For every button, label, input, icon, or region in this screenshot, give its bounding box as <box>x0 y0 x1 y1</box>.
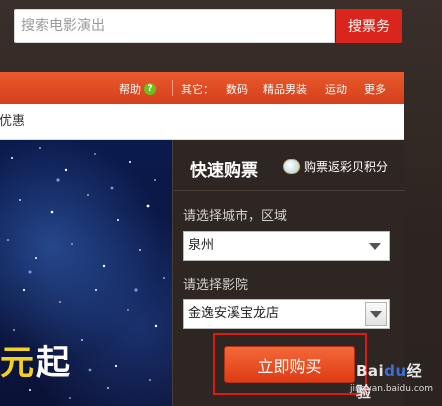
panel-title: 快速购票 <box>190 161 258 181</box>
cinema-label: 请选择影院 <box>183 278 249 293</box>
promo-strip: 优惠 <box>0 104 404 140</box>
help-link[interactable]: 帮助 ? <box>119 81 156 97</box>
bonus-label: 购票返彩贝积分 <box>304 160 389 174</box>
nav-link-mens-fashion[interactable]: 精品男装 <box>263 81 307 97</box>
nav-link-digital[interactable]: 数码 <box>226 81 248 97</box>
chevron-down-icon <box>369 243 381 250</box>
banner-headline: 元起 <box>0 335 72 384</box>
nav-other-label: 其它： <box>181 83 214 96</box>
question-icon: ? <box>144 83 156 95</box>
top-search-area: 搜票务 <box>0 0 442 72</box>
promo-tab[interactable]: 优惠 <box>0 104 25 140</box>
nav-divider <box>172 80 173 96</box>
baidu-logo: Baidu经验 <box>356 360 436 402</box>
panel-divider <box>173 190 405 191</box>
baidu-watermark: Baidu经验 jingyan.baidu.com <box>350 360 436 402</box>
search-input[interactable] <box>14 9 335 43</box>
cinema-value: 金逸安溪宝龙店 <box>188 306 280 321</box>
shell-icon <box>283 159 300 174</box>
buy-now-button[interactable]: 立即购买 <box>224 346 355 383</box>
banner-text-qi: 起 <box>36 343 72 383</box>
nav-link-more[interactable]: 更多 <box>364 81 386 97</box>
dropdown-toggle[interactable] <box>365 302 387 326</box>
banner-text-yuan: 元 <box>0 343 36 383</box>
bonus-link[interactable]: 购票返彩贝积分 <box>283 158 388 175</box>
help-label: 帮助 <box>119 83 141 96</box>
cinema-select[interactable]: 金逸安溪宝龙店 <box>183 299 390 329</box>
chevron-down-icon <box>370 311 382 318</box>
nav-link-sports[interactable]: 运动 <box>325 81 347 97</box>
wm-logo-part2: du <box>384 362 407 380</box>
wm-url: jingyan.baidu.com <box>350 384 434 394</box>
city-select[interactable]: 泉州 <box>183 231 390 261</box>
search-button[interactable]: 搜票务 <box>336 9 402 43</box>
nav-bar: 帮助 ? 其它： 数码 精品男装 运动 更多 <box>0 72 404 104</box>
page: 搜票务 帮助 ? 其它： 数码 精品男装 运动 更多 优惠 <box>0 0 442 406</box>
city-label: 请选择城市，区域 <box>183 209 288 224</box>
promo-banner[interactable]: 元起 <box>0 140 172 406</box>
wm-logo-part1: Bai <box>356 362 385 380</box>
city-value: 泉州 <box>188 238 215 253</box>
